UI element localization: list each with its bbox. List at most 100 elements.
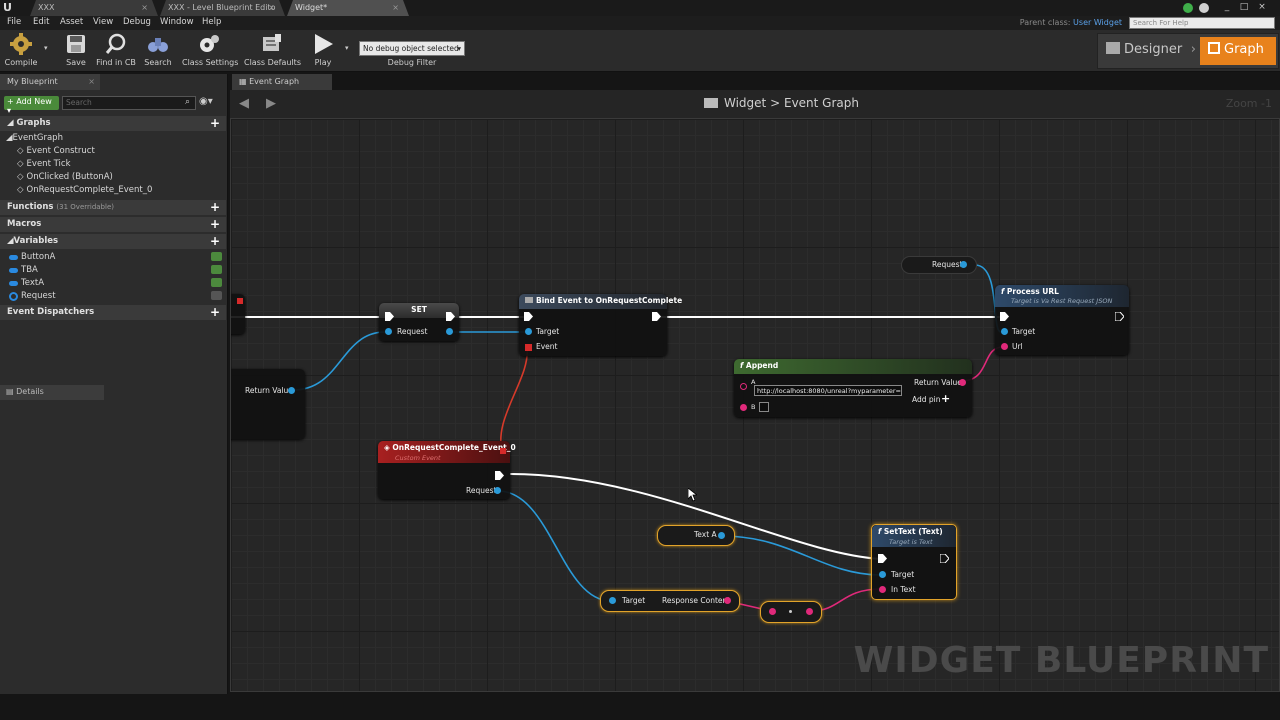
menu-debug[interactable]: Debug	[123, 17, 151, 27]
compile-button[interactable]: Compile	[4, 32, 38, 70]
menu-help[interactable]: Help	[202, 17, 221, 27]
exec-out-pin[interactable]	[446, 312, 455, 321]
add-new-button[interactable]: + Add New ▾	[4, 96, 59, 115]
request-getter-node[interactable]: Request	[901, 256, 977, 274]
save-button[interactable]: Save	[62, 32, 90, 70]
forward-arrow-icon[interactable]: ▶	[266, 96, 276, 111]
url-pin[interactable]	[1001, 343, 1008, 350]
add-function-icon[interactable]: +	[210, 200, 220, 214]
exec-out-pin[interactable]	[940, 554, 949, 563]
delegate-pin[interactable]	[237, 298, 243, 304]
b-pin[interactable]	[740, 404, 747, 411]
conversion-out-pin[interactable]	[806, 608, 813, 615]
tab-widget[interactable]: Widget* ×	[287, 0, 409, 16]
to-text-conversion-node[interactable]	[760, 601, 822, 623]
chevron-down-icon[interactable]: ▾	[44, 44, 48, 52]
help-search-input[interactable]: Search For Help	[1129, 17, 1275, 29]
functions-section-header[interactable]: Functions (31 Overridable) +	[0, 200, 226, 215]
target-pin[interactable]	[609, 597, 616, 604]
find-in-cb-button[interactable]: Find in CB	[96, 32, 136, 70]
exec-out-pin[interactable]	[495, 471, 504, 480]
settext-node[interactable]: f SetText (Text) Target is Text Target I…	[871, 524, 957, 600]
response-content-pin[interactable]	[724, 597, 731, 604]
back-arrow-icon[interactable]: ◀	[239, 96, 249, 111]
tree-item-eventgraph[interactable]: ◢EventGraph	[6, 133, 63, 143]
exec-in-pin[interactable]	[385, 312, 394, 321]
exec-in-pin[interactable]	[524, 312, 533, 321]
graph-mode-button[interactable]: Graph	[1200, 37, 1276, 65]
tree-item-onrequestcomplete[interactable]: ◇ OnRequestComplete_Event_0	[17, 185, 152, 195]
custom-event-node[interactable]: ◈ OnRequestComplete_Event_0 Custom Event…	[378, 441, 516, 499]
conversion-in-pin[interactable]	[769, 608, 776, 615]
tree-item-event-construct[interactable]: ◇ Event Construct	[17, 146, 95, 156]
variable-item-tba[interactable]: TBA	[21, 265, 38, 275]
variables-section-header[interactable]: ◢Variables +	[0, 234, 226, 249]
a-pin[interactable]	[740, 383, 747, 390]
minimize-icon[interactable]: _	[1220, 2, 1234, 14]
add-graph-icon[interactable]: +	[210, 116, 220, 130]
graphs-section-header[interactable]: ◢ Graphs +	[0, 116, 226, 131]
close-icon[interactable]: ×	[392, 3, 399, 12]
tab-xxx[interactable]: XXX ×	[30, 0, 158, 16]
set-node[interactable]: SET Request	[379, 303, 459, 341]
tab-event-graph[interactable]: ▦ Event Graph	[232, 74, 332, 90]
exec-in-pin[interactable]	[878, 554, 887, 563]
macros-section-header[interactable]: Macros +	[0, 217, 226, 232]
append-b-input[interactable]	[759, 402, 769, 412]
breadcrumb-widget[interactable]: Widget	[724, 96, 766, 110]
debug-object-select[interactable]: No debug object selected ▾	[359, 41, 465, 56]
delegate-out-pin[interactable]	[500, 448, 506, 454]
exec-out-pin[interactable]	[652, 312, 661, 321]
class-settings-button[interactable]: Class Settings	[182, 32, 238, 70]
bind-event-node[interactable]: Bind Event to OnRequestComplete Target E…	[519, 294, 682, 356]
append-a-input[interactable]: http://localhost:8080/unreal?myparameter…	[754, 385, 902, 396]
eye-icon[interactable]	[211, 252, 222, 261]
event-pin[interactable]	[525, 344, 532, 351]
menu-view[interactable]: View	[93, 17, 113, 27]
tab-my-blueprint[interactable]: My Blueprint ×	[0, 74, 100, 90]
play-button[interactable]: Play	[308, 32, 338, 70]
close-icon[interactable]: ×	[141, 3, 148, 12]
variable-item-request[interactable]: Request	[21, 291, 56, 301]
source-control-icon[interactable]	[1183, 3, 1193, 13]
menu-edit[interactable]: Edit	[33, 17, 49, 27]
return-value-pin[interactable]	[288, 387, 295, 394]
close-icon[interactable]: ×	[268, 3, 275, 12]
add-pin-plus-icon[interactable]: +	[941, 392, 950, 405]
tree-item-event-tick[interactable]: ◇ Event Tick	[17, 159, 71, 169]
exec-out-pin[interactable]	[1115, 312, 1124, 321]
menu-window[interactable]: Window	[160, 17, 194, 27]
tab-level-blueprint[interactable]: XXX - Level Blueprint Edito ×	[160, 0, 285, 16]
tab-details[interactable]: ▤ Details	[0, 385, 104, 400]
target-pin[interactable]	[879, 571, 886, 578]
event-dispatchers-section-header[interactable]: Event Dispatchers +	[0, 305, 226, 320]
graph-canvas[interactable]: Return Value SET Request Bind Event to O…	[230, 118, 1280, 692]
variable-item-buttona[interactable]: ButtonA	[21, 252, 55, 262]
process-url-node[interactable]: f Process URL Target is Va Rest Request …	[995, 285, 1129, 355]
close-icon[interactable]: ×	[88, 77, 95, 86]
exec-in-pin[interactable]	[1000, 312, 1009, 321]
request-in-pin[interactable]	[385, 328, 392, 335]
designer-mode-button[interactable]: Designer ›	[1098, 34, 1198, 68]
variable-item-texta[interactable]: TextA	[21, 278, 44, 288]
return-value-pin[interactable]	[959, 379, 966, 386]
menu-asset[interactable]: Asset	[60, 17, 83, 27]
request-out-pin[interactable]	[446, 328, 453, 335]
eye-icon[interactable]	[211, 291, 222, 300]
response-content-node[interactable]: Target Response Content	[600, 590, 740, 612]
request-out-pin[interactable]	[960, 261, 967, 268]
eye-icon[interactable]	[211, 278, 222, 287]
tree-item-onclicked[interactable]: ◇ OnClicked (ButtonA)	[17, 172, 113, 182]
add-pin-label[interactable]: Add pin	[912, 395, 941, 404]
chevron-down-icon[interactable]: ▾	[345, 44, 349, 52]
append-node[interactable]: f Append A http://localhost:8080/unreal?…	[734, 359, 972, 417]
close-window-icon[interactable]: ×	[1255, 2, 1269, 14]
add-variable-icon[interactable]: +	[210, 234, 220, 248]
target-pin[interactable]	[1001, 328, 1008, 335]
in-text-pin[interactable]	[879, 586, 886, 593]
maximize-icon[interactable]: □	[1237, 2, 1251, 14]
offscreen-node[interactable]	[231, 294, 245, 334]
notification-icon[interactable]	[1199, 3, 1209, 13]
text-a-getter-node[interactable]: Text A	[657, 525, 735, 546]
search-button[interactable]: Search	[144, 32, 172, 70]
